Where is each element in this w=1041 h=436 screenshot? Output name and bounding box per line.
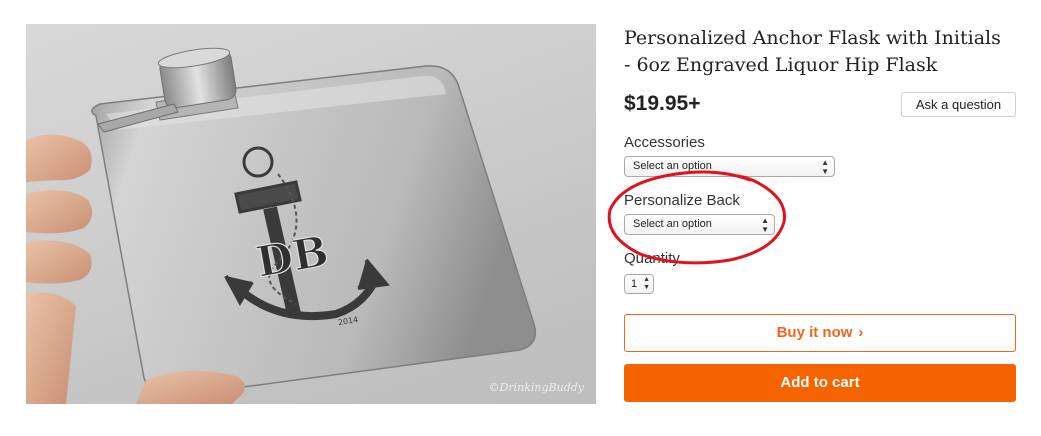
add-to-cart-button[interactable]: Add to cart [624, 364, 1016, 402]
chevron-right-icon: › [858, 324, 864, 341]
accessories-label: Accessories [624, 134, 705, 151]
product-title: Personalized Anchor Flask with Initials … [624, 27, 1001, 76]
left-hand [26, 134, 92, 182]
quantity-selected-value: 1 [631, 278, 638, 290]
ask-question-button[interactable]: Ask a question [901, 92, 1016, 117]
buy-it-now-label: Buy it now [776, 324, 853, 341]
product-price: $19.95+ [624, 92, 701, 115]
image-watermark: ©DrinkingBuddy [488, 381, 584, 394]
product-image[interactable]: DB 2014 ©DrinkingBuddy [26, 24, 596, 404]
annotation-circle [607, 170, 786, 265]
flask-illustration: DB 2014 [26, 47, 537, 404]
quantity-select[interactable]: 1 ▲ ▼ [624, 274, 654, 294]
buy-it-now-button[interactable]: Buy it now › [624, 314, 1016, 352]
select-arrows-icon: ▲ ▼ [643, 276, 650, 291]
select-arrows-icon: ▲ ▼ [821, 158, 829, 176]
